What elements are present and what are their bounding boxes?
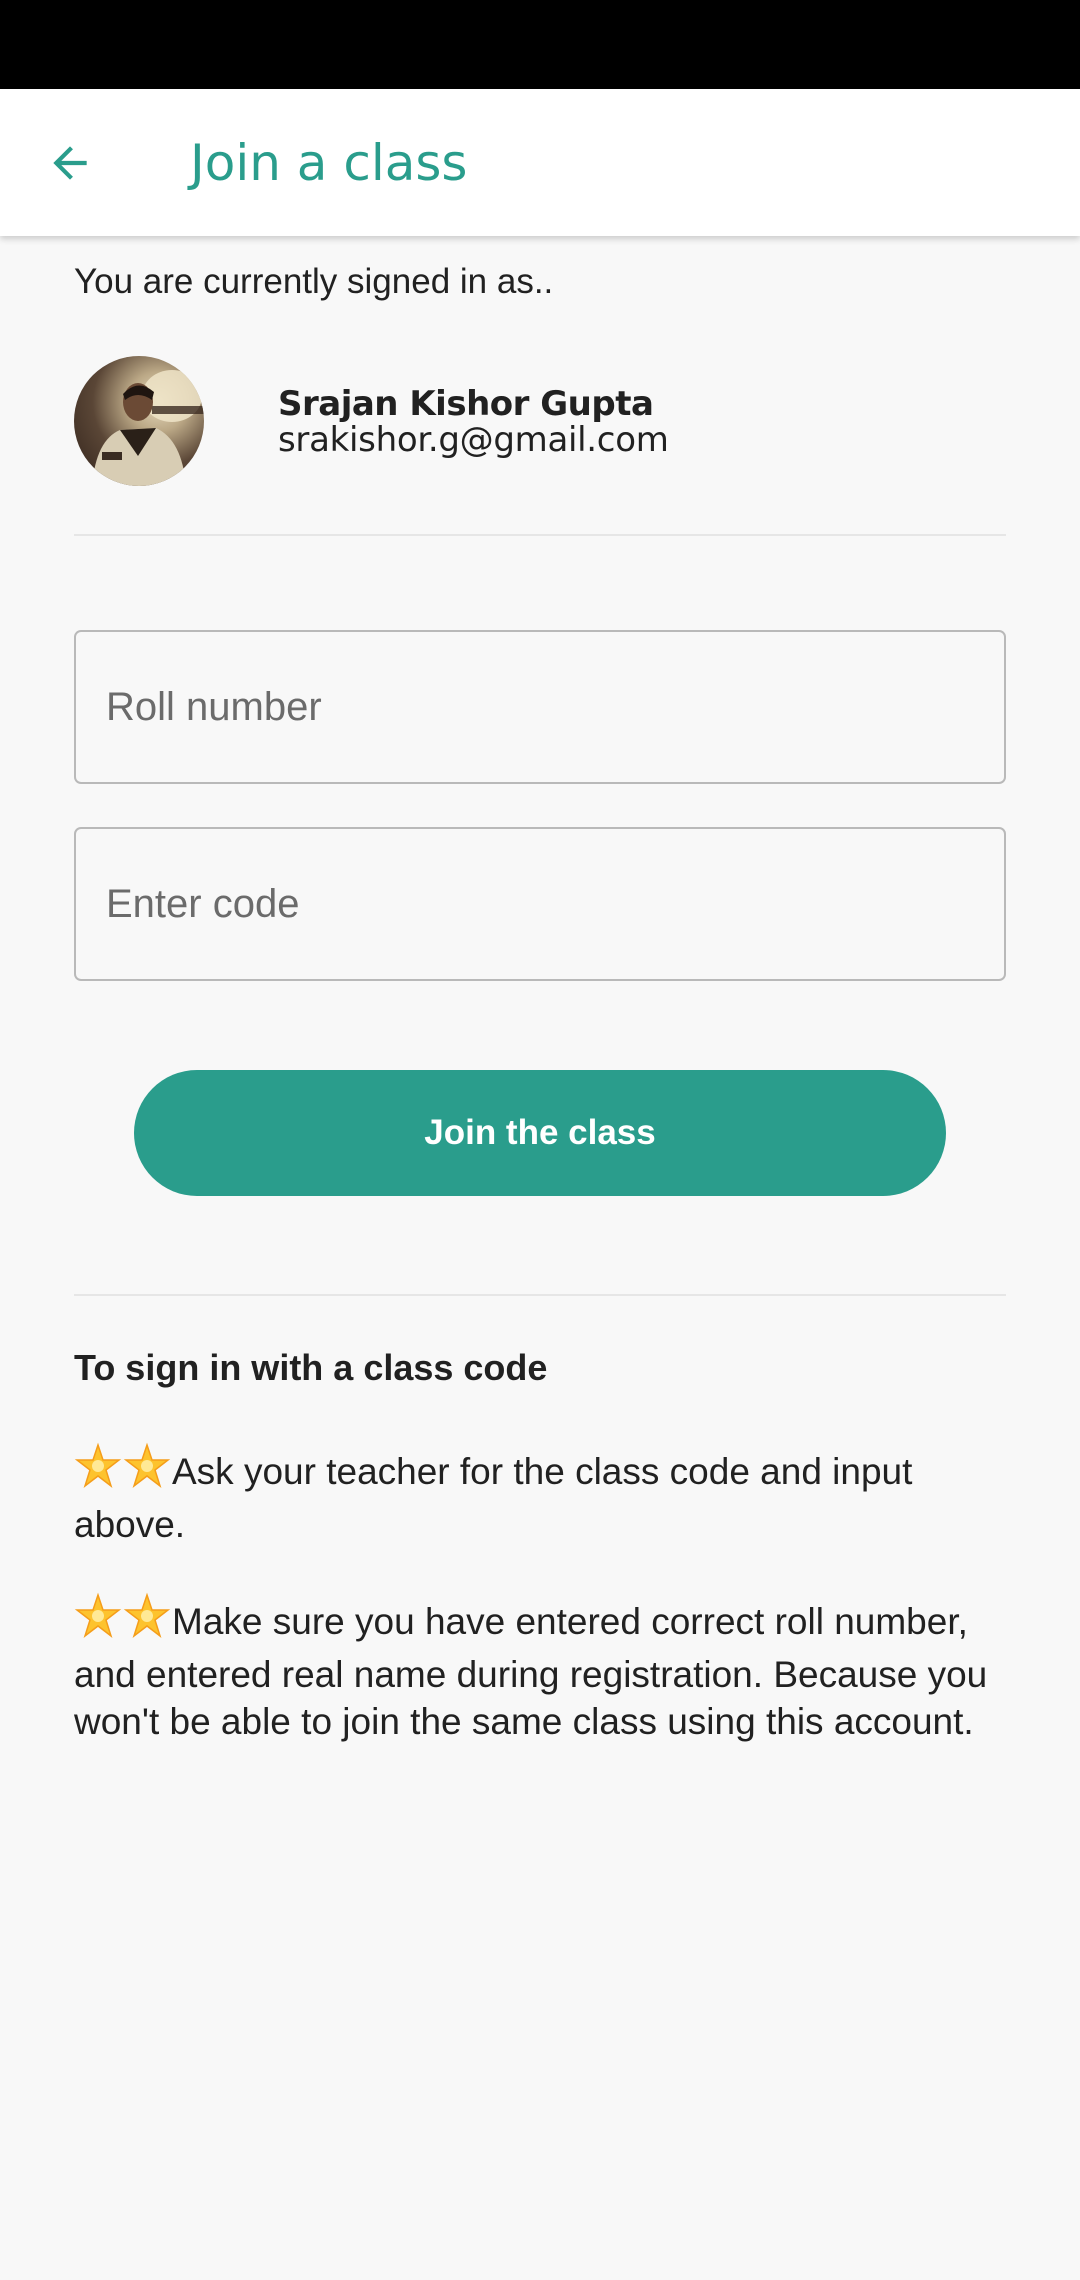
help-tip-text: Make sure you have entered correct roll …: [74, 1601, 988, 1742]
back-button[interactable]: [34, 127, 106, 199]
glowing-star-icon: [74, 1592, 172, 1651]
roll-number-input[interactable]: [76, 632, 1004, 782]
app-bar: Join a class: [0, 89, 1080, 236]
divider: [74, 1294, 1006, 1296]
class-code-input[interactable]: [76, 829, 1004, 979]
avatar: [74, 356, 204, 486]
help-tip: Ask your teacher for the class code and …: [74, 1442, 1006, 1548]
join-class-button[interactable]: Join the class: [134, 1070, 946, 1196]
divider: [74, 534, 1006, 536]
user-name: Srajan Kishor Gupta: [278, 384, 654, 424]
help-tip: Make sure you have entered correct roll …: [74, 1592, 1006, 1745]
profile-photo: [92, 370, 204, 486]
class-code-field[interactable]: [74, 827, 1006, 981]
arrow-left-icon: [53, 146, 87, 180]
help-tip-text: Ask your teacher for the class code and …: [74, 1451, 913, 1545]
signed-in-label: You are currently signed in as..: [74, 262, 554, 301]
glowing-star-icon: [74, 1442, 172, 1501]
roll-number-field[interactable]: [74, 630, 1006, 784]
help-heading: To sign in with a class code: [74, 1347, 548, 1388]
status-bar: [0, 0, 1080, 89]
page-title: Join a class: [190, 134, 468, 192]
user-email: srakishor.g@gmail.com: [278, 420, 669, 460]
